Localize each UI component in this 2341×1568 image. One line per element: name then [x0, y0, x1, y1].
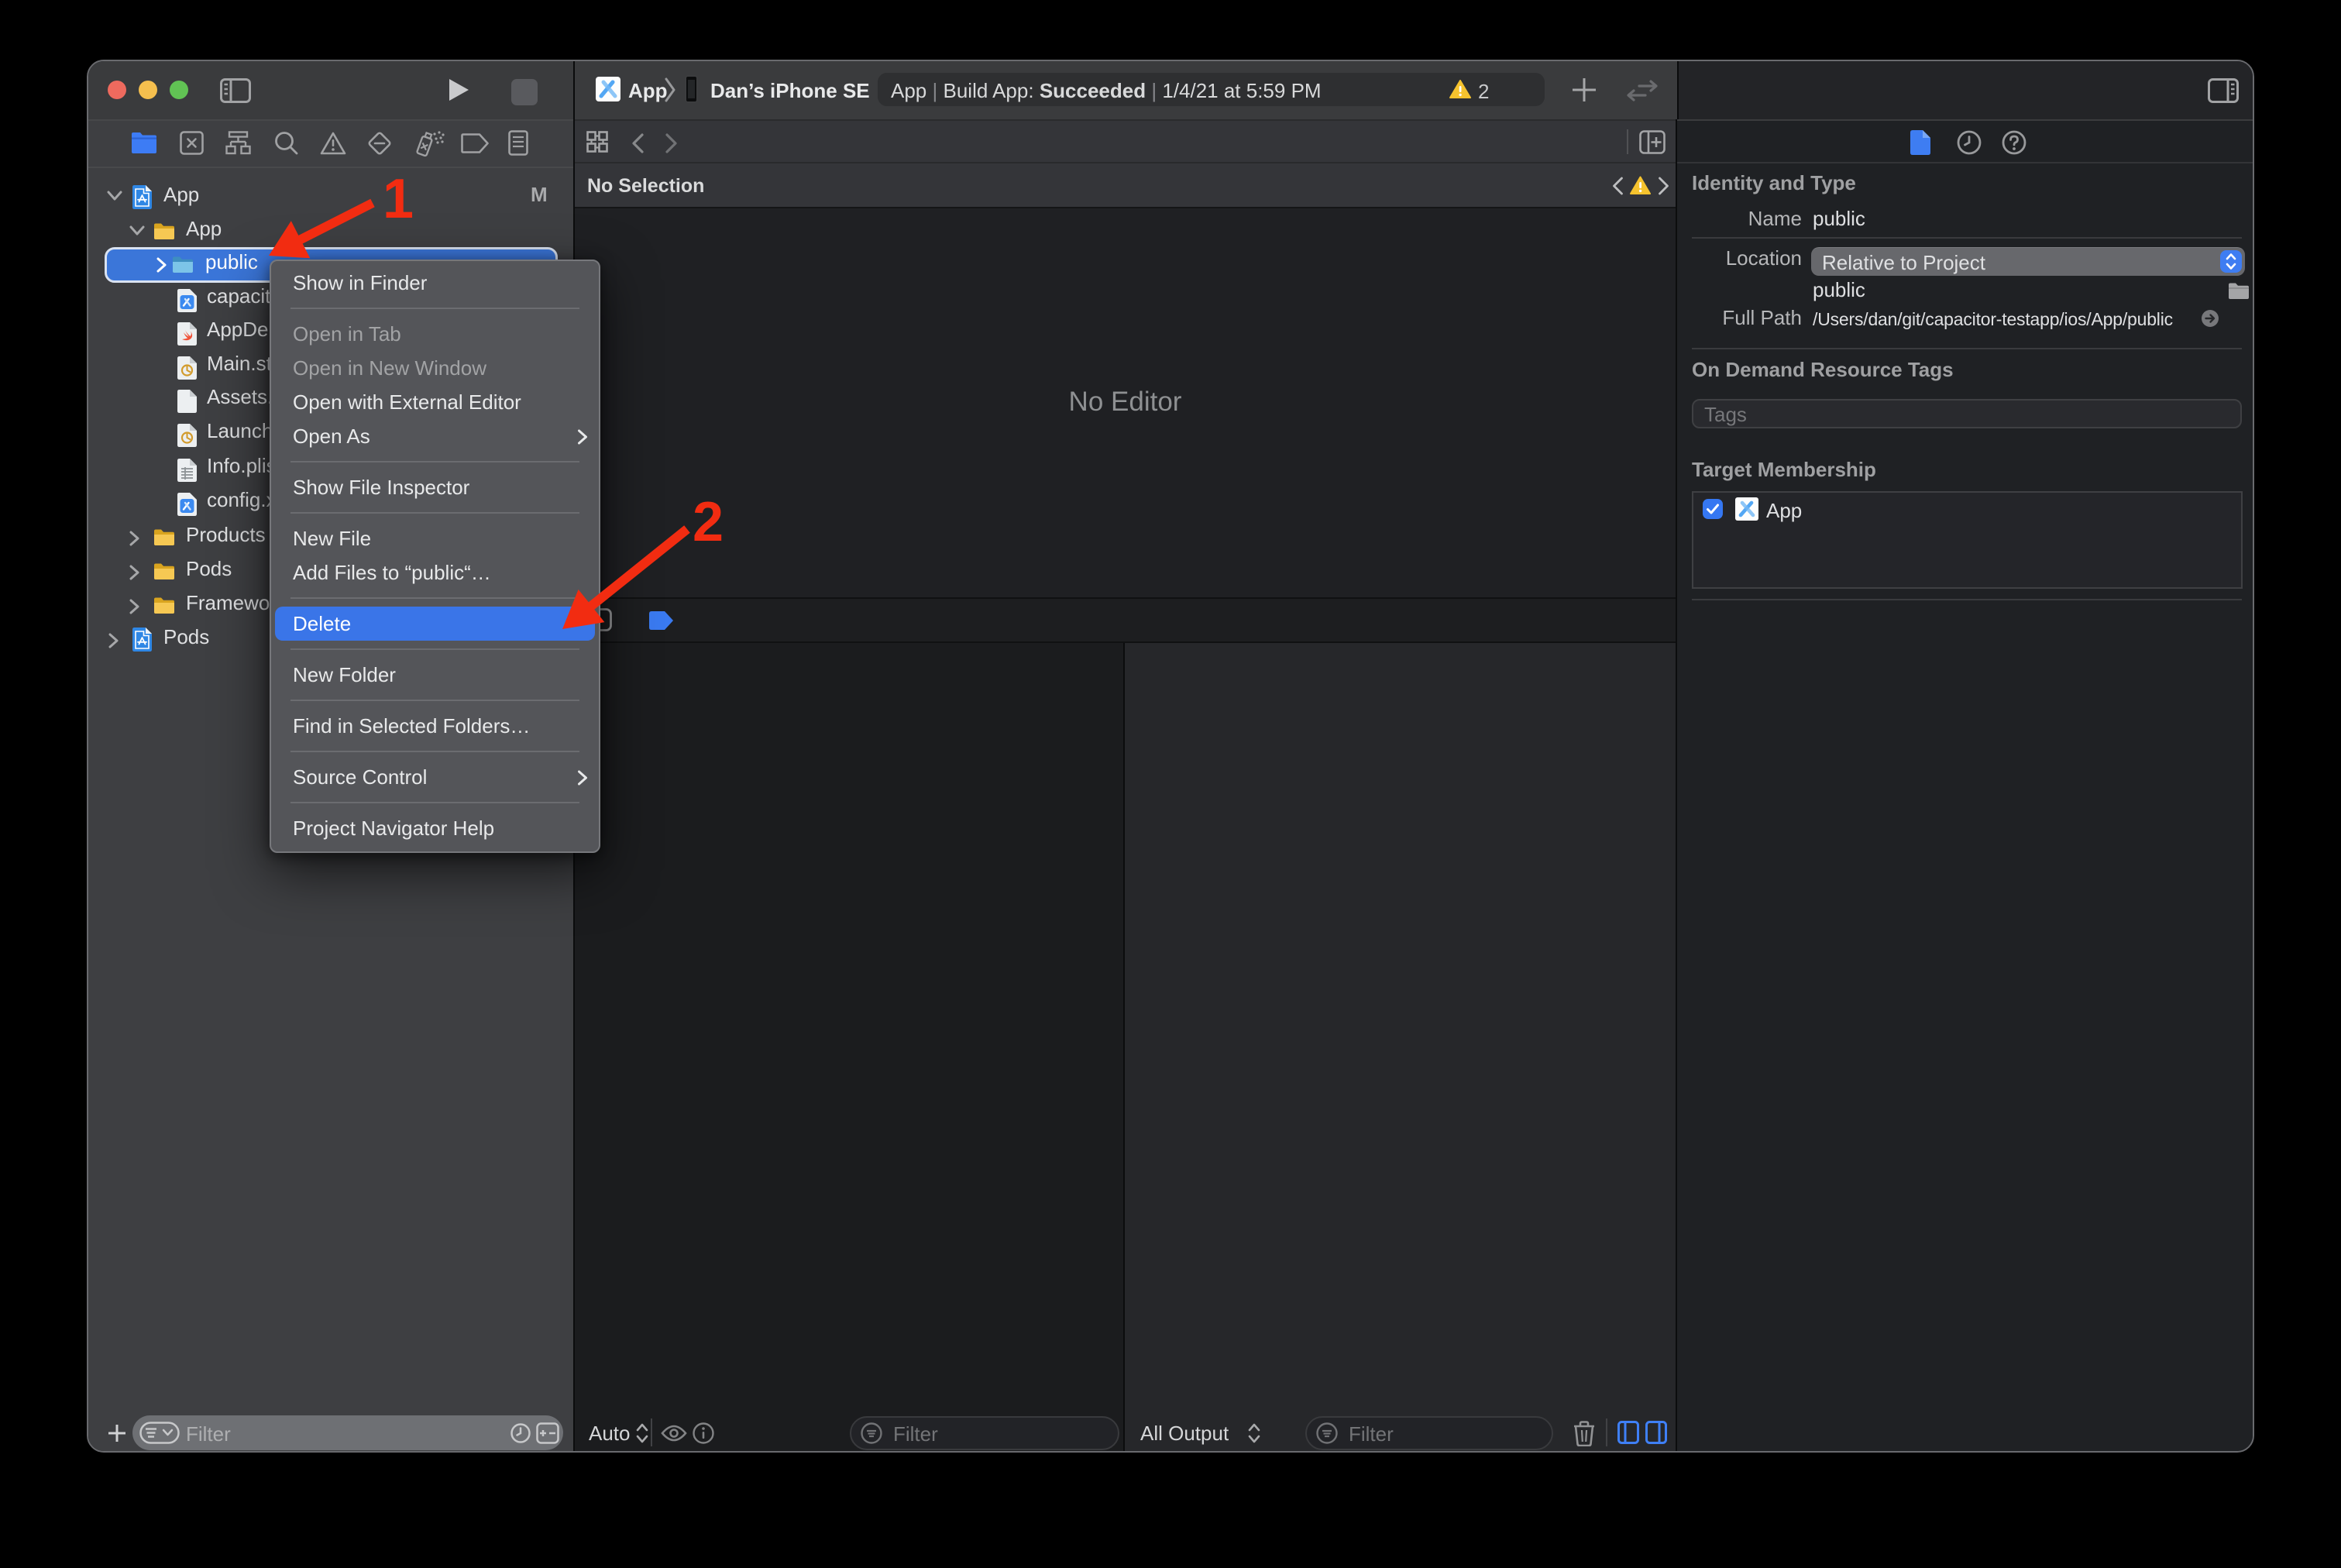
- svg-text:1: 1: [383, 168, 414, 230]
- svg-text:2: 2: [693, 491, 724, 553]
